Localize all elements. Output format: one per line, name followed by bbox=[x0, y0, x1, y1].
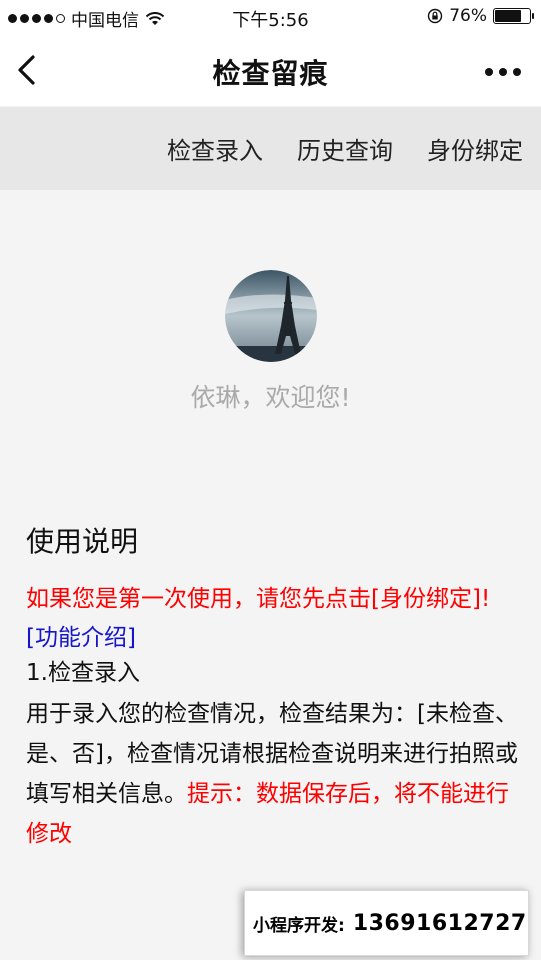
instructions-title: 使用说明 bbox=[26, 525, 139, 558]
item-check-entry-description: 用于录入您的检查情况，检查结果为：[未检查、是、否]，检查情况请根据检查说明来进… bbox=[26, 694, 526, 854]
battery-percent: 76% bbox=[449, 6, 487, 26]
status-bar: 中国电信 下午5:56 76% bbox=[0, 0, 541, 38]
more-dots-icon[interactable] bbox=[485, 62, 521, 82]
page-title: 检查留痕 bbox=[212, 57, 329, 90]
instructions-section: 使用说明 如果您是第一次使用，请您先点击[身份绑定]! [功能介绍] 1.检查录… bbox=[26, 520, 526, 854]
status-right: 76% bbox=[427, 6, 534, 26]
avatar bbox=[224, 270, 317, 362]
tab-list: 检查录入 历史查询 身份绑定 bbox=[167, 131, 523, 166]
item-check-entry-title: 1.检查录入 bbox=[26, 660, 140, 686]
tab-identity-binding[interactable]: 身份绑定 bbox=[427, 131, 523, 166]
battery-icon bbox=[493, 8, 534, 24]
rotation-lock-icon bbox=[428, 8, 443, 24]
developer-label: 小程序开发: bbox=[253, 915, 345, 936]
battery-level-fill bbox=[495, 10, 521, 22]
first-use-notice: 如果您是第一次使用，请您先点击[身份绑定]! bbox=[26, 586, 491, 612]
welcome-message: 依琳，欢迎您! bbox=[190, 383, 351, 412]
tab-check-entry[interactable]: 检查录入 bbox=[167, 131, 263, 166]
developer-phone: 13691612727 bbox=[352, 910, 527, 936]
profile-section: 依琳，欢迎您! bbox=[0, 270, 541, 414]
feature-intro-link[interactable]: [功能介绍] bbox=[26, 621, 526, 656]
tab-history-query[interactable]: 历史查询 bbox=[297, 131, 393, 166]
navigation-bar: 检查留痕 bbox=[0, 38, 541, 106]
tab-bar: 检查录入 历史查询 身份绑定 bbox=[0, 107, 541, 190]
developer-contact-banner[interactable]: 小程序开发: 13691612727 bbox=[244, 890, 529, 956]
